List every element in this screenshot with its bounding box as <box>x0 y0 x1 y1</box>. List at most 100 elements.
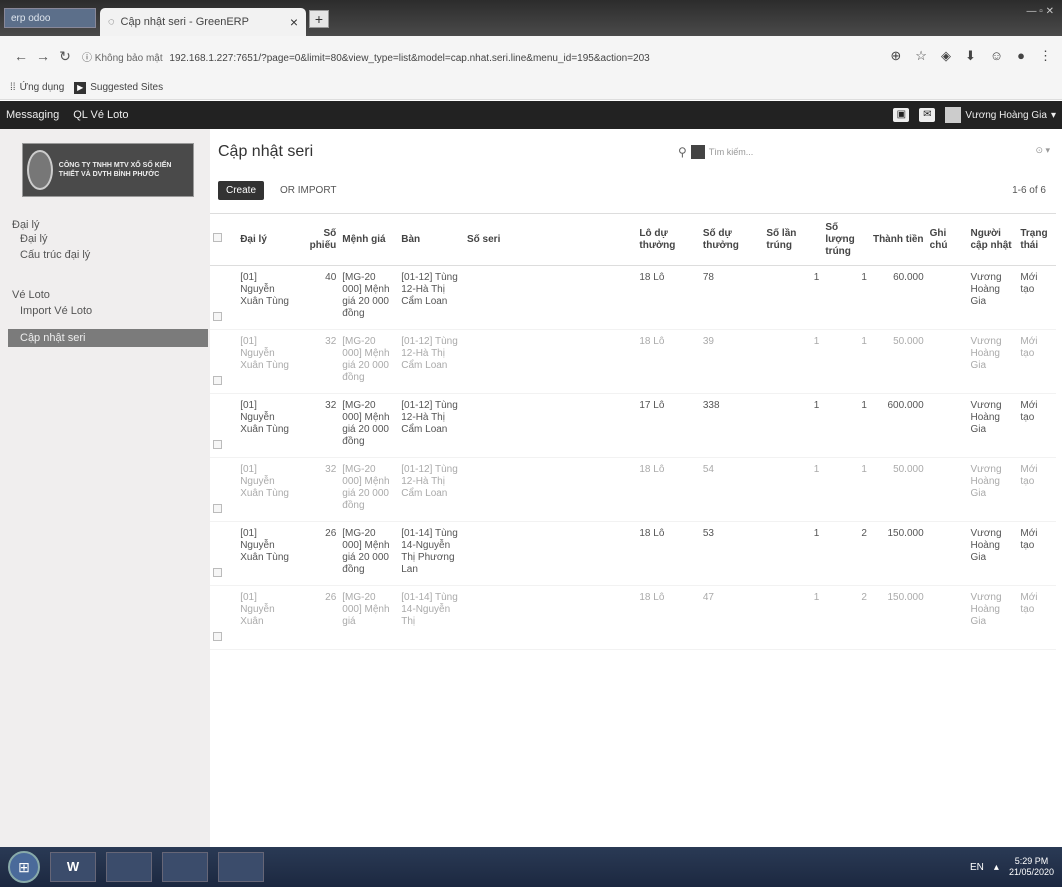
cell-lo: 18 Lô <box>636 521 700 586</box>
cell-dai-ly: [01] Nguyễn Xuân Tùng <box>237 521 297 586</box>
logo-text: CÔNG TY TNHH MTV XỔ SỐ KIẾN THIẾT VÀ DVT… <box>58 162 172 178</box>
forward-icon[interactable]: → <box>32 48 54 64</box>
pager[interactable]: 1-6 of 6 <box>1012 185 1046 196</box>
cell-so-phieu: 32 <box>296 329 340 394</box>
row-checkbox[interactable] <box>210 329 238 394</box>
sidebar: CÔNG TY TNHH MTV XỔ SỐ KIẾN THIẾT VÀ DVT… <box>0 129 210 847</box>
column-header[interactable]: Số phiếu <box>296 213 340 266</box>
column-header[interactable]: Số lần trúng <box>763 213 823 266</box>
taskbar-app[interactable] <box>162 852 208 882</box>
cell-dai-ly: [01] Nguyễn Xuân Tùng <box>237 265 297 330</box>
column-header[interactable]: Trạng thái <box>1017 213 1056 266</box>
zoom-icon[interactable]: ⊕ <box>890 48 901 64</box>
table-row[interactable]: [01] Nguyễn Xuân Tùng 26 [MG-20 000] Mệnh … <box>210 521 1056 586</box>
table-row[interactable]: [01] Nguyễn Xuân Tùng 32 [MG-20 000] Mệnh … <box>210 329 1056 394</box>
chat-icon[interactable]: ▣ <box>893 108 910 122</box>
menu-messaging[interactable]: Messaging <box>6 109 59 121</box>
table-row[interactable]: [01] Nguyễn Xuân Tùng 32 [MG-20 000] Mệnh … <box>210 393 1056 458</box>
column-header[interactable]: Số lượng trúng <box>822 213 870 266</box>
taskbar-app[interactable] <box>218 852 264 882</box>
cell-menh-gia: [MG-20 000] Mệnh giá 20 000 đồng <box>339 457 399 522</box>
tab-close-button[interactable]: × <box>290 14 298 30</box>
import-link[interactable]: or Import <box>280 185 336 196</box>
column-header[interactable]: Số dự thưởng <box>699 213 764 266</box>
select-all-checkbox[interactable] <box>210 213 238 266</box>
cell-ghi-chu <box>926 457 968 522</box>
column-header[interactable]: Mệnh giá <box>339 213 399 266</box>
cell-so-seri <box>464 393 637 458</box>
row-checkbox[interactable] <box>210 521 238 586</box>
menu-icon[interactable]: ⋮ <box>1039 48 1052 64</box>
row-checkbox[interactable] <box>210 585 238 650</box>
info-icon[interactable]: ⓘ <box>82 53 92 64</box>
cell-ban: [01-14] Tùng 14-Nguyễn Thị Phương Lan <box>398 521 464 586</box>
list-table: Đại lý Số phiếu Mệnh giá Bàn Số seri Lô … <box>210 213 1056 650</box>
row-checkbox[interactable] <box>210 265 238 330</box>
tray-arrow-icon[interactable]: ▴ <box>994 862 999 873</box>
cell-thanh-tien: 150.000 <box>869 521 927 586</box>
bookmark-star-icon[interactable]: ☆ <box>915 48 927 64</box>
column-header[interactable]: Người cập nhật <box>967 213 1018 266</box>
cell-sl-trung: 1 <box>822 457 870 522</box>
bookmark-suggested-sites[interactable]: ▶ Suggested Sites <box>74 81 163 94</box>
start-button[interactable]: ⊞ <box>8 851 40 883</box>
company-seal-icon <box>27 150 53 190</box>
avatar <box>945 107 962 123</box>
table-row[interactable]: [01] Nguyễn Xuân Tùng 32 [MG-20 000] Mệnh … <box>210 457 1056 522</box>
clock[interactable]: 5:29 PM 21/05/2020 <box>1009 856 1054 878</box>
extension-icon[interactable]: ☺ <box>990 48 1003 64</box>
filter-icon[interactable] <box>690 145 705 159</box>
cell-so-phieu: 26 <box>296 585 340 650</box>
cell-nguoi: Vương Hoàng Gia <box>967 521 1018 586</box>
mail-icon[interactable]: ✉ <box>919 108 936 122</box>
bookmark-apps[interactable]: ⁞⁞ Ứng dụng <box>10 82 64 93</box>
search-box[interactable]: ⚲ Tìm kiếm... <box>678 145 753 159</box>
cell-nguoi: Vương Hoàng Gia <box>967 457 1018 522</box>
column-header[interactable]: Ghi chú <box>926 213 968 266</box>
cell-so-seri <box>464 585 637 650</box>
browser-tab[interactable]: ◌ Cập nhật seri - GreenERP × <box>100 8 306 36</box>
table-row[interactable]: [01] Nguyễn Xuân 26 [MG-20 000] Mệnh giá [0… <box>210 585 1056 650</box>
cell-lo: 18 Lô <box>636 457 700 522</box>
shield-icon[interactable]: ◈ <box>941 48 951 64</box>
menu-ql-ve-loto[interactable]: QL Vé Loto <box>73 109 128 121</box>
back-icon[interactable]: ← <box>10 48 32 64</box>
create-button[interactable]: Create <box>218 181 265 200</box>
cell-nguoi: Vương Hoàng Gia <box>967 265 1018 330</box>
column-header[interactable]: Thành tiền <box>869 213 927 266</box>
profile-icon[interactable]: ● <box>1017 48 1025 64</box>
cell-dai-ly: [01] Nguyễn Xuân <box>237 585 297 650</box>
window-label[interactable]: erp odoo <box>4 8 96 28</box>
column-header[interactable]: Đại lý <box>237 213 297 266</box>
language-indicator[interactable]: EN <box>970 862 984 873</box>
column-header[interactable]: Số seri <box>464 213 637 266</box>
new-tab-button[interactable]: + <box>309 10 329 28</box>
url-field[interactable]: ⓘ Không bảo mật 192.168.1.227:7651/?page… <box>82 49 880 64</box>
window-controls[interactable]: — ▫ ✕ <box>1027 6 1054 17</box>
cell-lo: 18 Lô <box>636 329 700 394</box>
search-input[interactable]: Tìm kiếm... <box>709 147 754 157</box>
sidebar-section-dai-ly: Đại lý <box>12 219 40 231</box>
sidebar-item-cau-truc-dai-ly[interactable]: Cấu trúc đại lý <box>20 249 90 261</box>
cell-so-phieu: 32 <box>296 457 340 522</box>
row-checkbox[interactable] <box>210 393 238 458</box>
sidebar-item-import-ve-loto[interactable]: Import Vé Loto <box>20 305 92 317</box>
row-checkbox[interactable] <box>210 457 238 522</box>
reload-icon[interactable]: ↻ <box>54 48 76 65</box>
user-menu[interactable]: Vương Hoàng Gia ▾ <box>945 107 1056 123</box>
cell-ban: [01-14] Tùng 14-Nguyễn Thị <box>398 585 464 650</box>
cell-menh-gia: [MG-20 000] Mệnh giá 20 000 đồng <box>339 521 399 586</box>
cell-sl-trung: 1 <box>822 393 870 458</box>
column-header[interactable]: Lô dự thưởng <box>636 213 700 266</box>
search-options-icon[interactable]: ⊙ ▾ <box>1035 145 1050 156</box>
cell-trang-thai: Mới tạo <box>1017 329 1056 394</box>
cell-nguoi: Vương Hoàng Gia <box>967 393 1018 458</box>
download-icon[interactable]: ⬇ <box>965 48 976 64</box>
bookmarks-bar: ⁞⁞ Ứng dụng ▶ Suggested Sites <box>0 76 1062 100</box>
table-row[interactable]: [01] Nguyễn Xuân Tùng 40 [MG-20 000] Mệnh … <box>210 265 1056 330</box>
sidebar-item-dai-ly[interactable]: Đại lý <box>20 233 48 245</box>
taskbar-word-app[interactable]: W <box>50 852 96 882</box>
sidebar-item-cap-nhat-seri[interactable]: Cập nhật seri <box>8 329 208 347</box>
column-header[interactable]: Bàn <box>398 213 464 266</box>
taskbar-app[interactable] <box>106 852 152 882</box>
